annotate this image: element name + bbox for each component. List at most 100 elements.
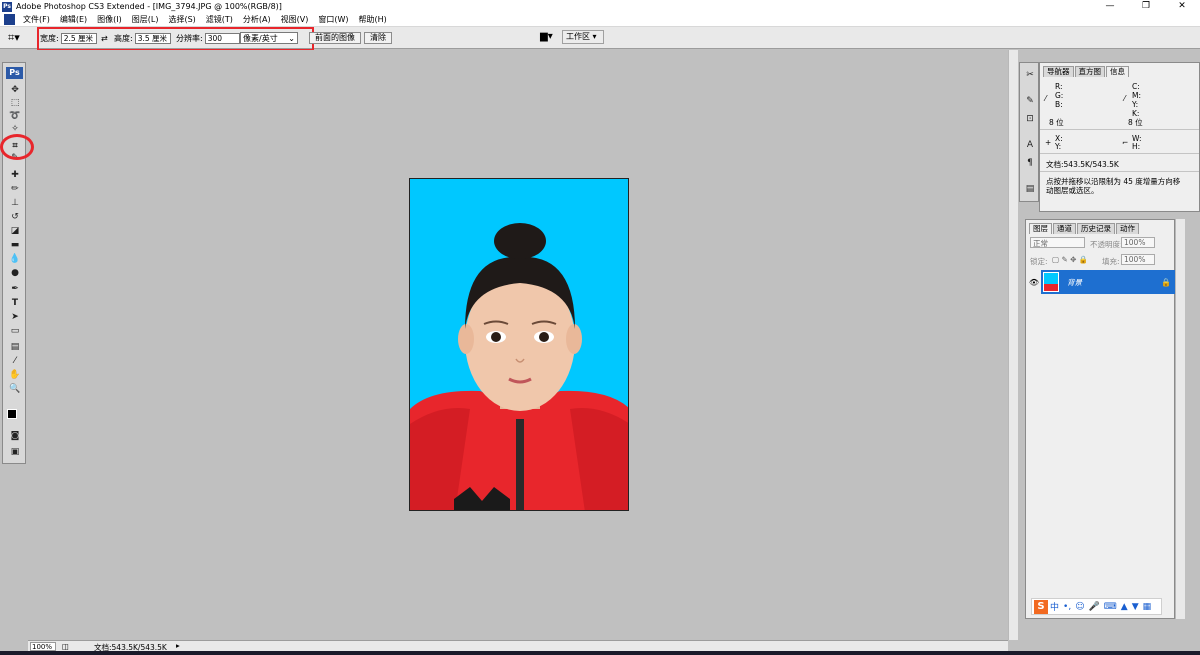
move-tool-icon[interactable]: ✥ <box>8 84 22 96</box>
tool-presets-icon[interactable]: ✂ <box>1023 69 1037 81</box>
screen-mode-icon[interactable]: ▣ <box>8 446 22 458</box>
zoom-field[interactable]: 100% <box>30 642 56 651</box>
skin-icon[interactable]: ▲ <box>1121 602 1128 612</box>
menu-edit[interactable]: 编辑(E) <box>55 14 92 25</box>
canvas-vertical-scrollbar[interactable] <box>1008 50 1018 640</box>
layer-row-background[interactable]: 👁 背景 🔒 <box>1027 269 1175 295</box>
menu-layer[interactable]: 图层(L) <box>127 14 164 25</box>
quick-mask-icon[interactable]: ◙ <box>8 430 22 442</box>
shirt-icon[interactable]: ▼ <box>1132 602 1139 612</box>
brush-tool-icon[interactable]: ✏ <box>8 183 22 195</box>
eyedropper-tool-icon[interactable]: ⁄ <box>8 355 22 367</box>
info-hint: 点按并拖移以沿限制为 45 度增量方向移动图层或选区。 <box>1046 177 1181 195</box>
id-photo-image[interactable] <box>409 178 629 511</box>
eyedropper-rgb-icon: ⁄ <box>1045 94 1047 103</box>
workspace-button[interactable]: 工作区 ▾ <box>562 30 604 44</box>
fill-input[interactable]: 100% <box>1121 254 1155 265</box>
crop-tool-highlight-circle <box>0 134 34 160</box>
gradient-tool-icon[interactable]: ▬ <box>8 239 22 251</box>
path-selection-tool-icon[interactable]: ➤ <box>8 311 22 323</box>
clear-button[interactable]: 清除 <box>364 32 392 44</box>
microphone-icon[interactable]: 🎤 <box>1089 602 1100 612</box>
menu-analysis[interactable]: 分析(A) <box>238 14 276 25</box>
lock-icons[interactable]: ▢ ✎ ✥ 🔒 <box>1052 255 1088 264</box>
info-bits-left: 8 位 <box>1049 118 1064 127</box>
shape-tool-icon[interactable]: ▭ <box>8 325 22 337</box>
menu-filter[interactable]: 滤镜(T) <box>201 14 238 25</box>
menu-bar: 文件(F) 编辑(E) 图像(I) 图层(L) 选择(S) 滤镜(T) 分析(A… <box>0 13 1200 27</box>
ime-language[interactable]: 中 <box>1050 600 1059 613</box>
healing-brush-tool-icon[interactable]: ✚ <box>8 169 22 181</box>
foreground-color-swatch[interactable] <box>7 409 17 419</box>
brushes-icon[interactable]: ✎ <box>1023 95 1037 107</box>
notes-tool-icon[interactable]: ▤ <box>8 341 22 353</box>
tab-channels[interactable]: 通道 <box>1053 223 1076 234</box>
clone-source-icon[interactable]: ⊡ <box>1023 113 1037 125</box>
info-b: B: <box>1055 100 1063 109</box>
eraser-tool-icon[interactable]: ◪ <box>8 225 22 237</box>
type-tool-icon[interactable]: T <box>8 297 22 309</box>
layer-name[interactable]: 背景 <box>1067 277 1082 288</box>
tab-histogram[interactable]: 直方图 <box>1074 66 1105 77</box>
history-brush-tool-icon[interactable]: ↺ <box>8 211 22 223</box>
tab-actions[interactable]: 动作 <box>1116 223 1139 234</box>
tab-navigator[interactable]: 导航器 <box>1043 66 1074 77</box>
menu-select[interactable]: 选择(S) <box>163 14 200 25</box>
character-icon[interactable]: A <box>1023 139 1037 151</box>
ps-logo-icon[interactable]: Ps <box>6 67 23 79</box>
menu-view[interactable]: 视图(V) <box>276 14 314 25</box>
status-icon[interactable]: ◫ <box>62 642 69 651</box>
divider <box>1040 129 1199 130</box>
clone-stamp-tool-icon[interactable]: ⊥ <box>8 197 22 209</box>
opacity-input[interactable]: 100% <box>1121 237 1155 248</box>
blend-mode-select[interactable]: 正常 <box>1030 237 1085 248</box>
marquee-tool-icon[interactable]: ⬚ <box>8 97 22 109</box>
info-bits-right: 8 位 <box>1128 118 1143 127</box>
crosshair-icon: + <box>1045 138 1052 147</box>
pen-tool-icon[interactable]: ✒ <box>8 283 22 295</box>
lasso-tool-icon[interactable]: ➰ <box>8 110 22 122</box>
front-image-button[interactable]: 前面的图像 <box>309 32 361 44</box>
app-logo-icon: Ps <box>2 1 12 12</box>
lock-icon: 🔒 <box>1161 277 1171 287</box>
sogou-logo-icon: S <box>1034 599 1048 614</box>
menu-file[interactable]: 文件(F) <box>18 14 55 25</box>
eyedropper-cmyk-icon: ⁄ <box>1124 94 1126 103</box>
minimize-button[interactable]: — <box>1092 0 1128 13</box>
portrait-image <box>410 179 628 510</box>
divider <box>1040 153 1199 154</box>
blend-mode-value: 正常 <box>1033 239 1048 248</box>
menu-help[interactable]: 帮助(H) <box>354 14 392 25</box>
info-y: Y: <box>1132 100 1139 109</box>
layer-comps-icon[interactable]: ▤ <box>1023 183 1037 195</box>
crop-tool-preset-icon[interactable]: ⌗▾ <box>8 31 30 45</box>
zoom-tool-icon[interactable]: 🔍 <box>8 383 22 395</box>
tab-info[interactable]: 信息 <box>1106 66 1129 77</box>
opacity-label: 不透明度: <box>1090 240 1123 249</box>
restore-button[interactable]: ❐ <box>1128 0 1164 13</box>
divider <box>1040 171 1199 172</box>
panel-scrollbar[interactable] <box>1175 219 1185 619</box>
ime-toolbar[interactable]: S 中 •, ☺ 🎤 ⌨ ▲ ▼ ▦ <box>1031 598 1162 615</box>
eye-icon[interactable]: 👁 <box>1027 278 1041 287</box>
title-bar: Ps Adobe Photoshop CS3 Extended - [IMG_3… <box>0 0 1200 13</box>
paragraph-icon[interactable]: ¶ <box>1023 157 1037 169</box>
info-c: C: <box>1132 82 1140 91</box>
layer-row-selected[interactable]: 背景 🔒 <box>1041 270 1175 294</box>
close-button[interactable]: ✕ <box>1164 0 1200 13</box>
tab-history[interactable]: 历史记录 <box>1077 223 1115 234</box>
palette-well-icon[interactable]: ▆▾ <box>540 31 553 42</box>
hand-tool-icon[interactable]: ✋ <box>8 369 22 381</box>
menu-window[interactable]: 窗口(W) <box>313 14 353 25</box>
toolbox-icon[interactable]: ▦ <box>1143 602 1152 612</box>
dodge-tool-icon[interactable]: ● <box>8 267 22 279</box>
layer-thumbnail <box>1043 272 1059 292</box>
tab-layers[interactable]: 图层 <box>1029 223 1052 234</box>
emoji-icon[interactable]: ☺ <box>1075 602 1084 612</box>
lock-label: 锁定: <box>1030 257 1048 266</box>
status-arrow-icon[interactable]: ▸ <box>176 641 180 650</box>
keyboard-icon[interactable]: ⌨ <box>1104 602 1117 612</box>
punctuation-icon[interactable]: •, <box>1063 602 1071 612</box>
menu-image[interactable]: 图像(I) <box>92 14 127 25</box>
blur-tool-icon[interactable]: 💧 <box>8 253 22 265</box>
